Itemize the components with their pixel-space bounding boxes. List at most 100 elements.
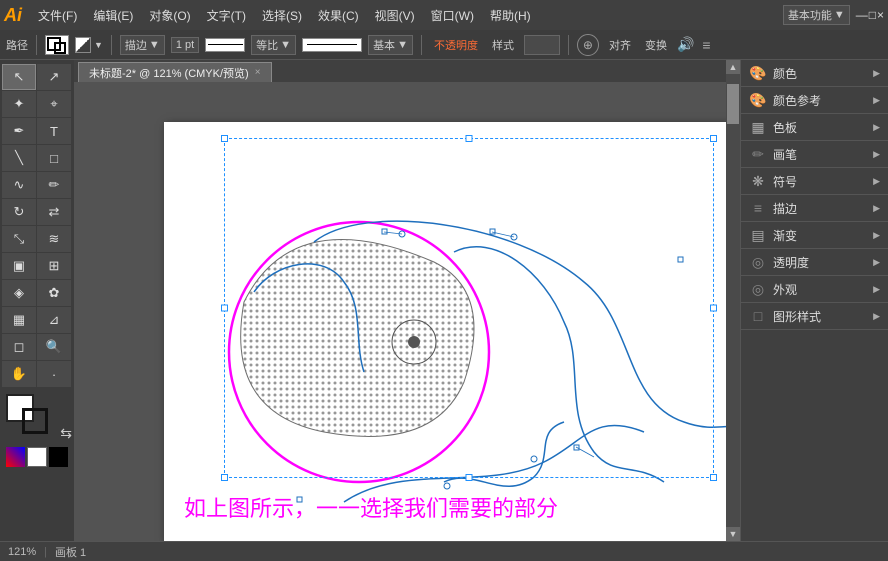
panel-header-色板[interactable]: ▦ 色板 ▶ (741, 114, 888, 140)
line-base-dropdown[interactable]: 基本 ▼ (368, 35, 413, 55)
artboard-container[interactable]: 如上图所示，一一选择我们需要的部分 (74, 82, 726, 541)
menu-item-选择[interactable]: 选择(S) (254, 4, 310, 27)
pen-tool[interactable]: ✒ (2, 118, 36, 144)
canvas-caption: 如上图所示，一一选择我们需要的部分 (184, 491, 558, 523)
panel-group-透明度: ◎ 透明度 ▶ (741, 249, 888, 276)
stroke-width-input[interactable]: 1 pt (171, 37, 199, 53)
extra-tool[interactable]: · (37, 361, 71, 387)
hand-tool[interactable]: ✋ (2, 361, 36, 387)
toolbar: 路径 ▼ 描边 ▼ 1 pt 等比 ▼ (0, 30, 888, 60)
canvas-svg (164, 122, 726, 541)
slice-tool[interactable]: ⊿ (37, 307, 71, 333)
line-style-dropdown[interactable]: 等比 ▼ (251, 35, 296, 55)
eraser-tool[interactable]: ◻ (2, 334, 36, 360)
panel-group-画笔: ✏ 画笔 ▶ (741, 141, 888, 168)
menu-item-帮助[interactable]: 帮助(H) (482, 4, 539, 27)
pencil-tool[interactable]: ✏ (37, 172, 71, 198)
tool-row-8: ▣ ⊞ (2, 253, 72, 279)
style-swatch[interactable] (524, 35, 560, 55)
app: Ai 文件(F)编辑(E)对象(O)文字(T)选择(S)效果(C)视图(V)窗口… (0, 0, 888, 561)
panel-header-图形样式[interactable]: □ 图形样式 ▶ (741, 303, 888, 329)
panel-group-颜色: 🎨 颜色 ▶ (741, 60, 888, 87)
type-tool[interactable]: T (37, 118, 71, 144)
blend-tool[interactable]: ◈ (2, 280, 36, 306)
gradient-tool[interactable]: ▣ (2, 253, 36, 279)
settings-icon[interactable]: ≡ (702, 37, 710, 53)
direct-select-tool[interactable]: ↗ (37, 64, 71, 90)
panel-icon-外观: ◎ (749, 280, 767, 298)
document-tab[interactable]: 未标题-2* @ 121% (CMYK/预览) × (78, 62, 272, 82)
close-button[interactable]: × (877, 8, 884, 22)
paintbrush-tool[interactable]: ∿ (2, 172, 36, 198)
scroll-thumb[interactable] (727, 84, 739, 124)
panel-header-颜色[interactable]: 🎨 颜色 ▶ (741, 60, 888, 86)
stroke-color-box[interactable] (22, 408, 48, 434)
menu-item-对象[interactable]: 对象(O) (141, 4, 198, 27)
panel-header-渐变[interactable]: ▤ 渐变 ▶ (741, 222, 888, 248)
doc-tab-close[interactable]: × (255, 67, 261, 78)
align-label[interactable]: 对齐 (605, 35, 635, 55)
color-mode-btn[interactable] (6, 447, 25, 467)
panel-arrow-色板: ▶ (873, 122, 880, 133)
transform-label[interactable]: 变换 (641, 35, 671, 55)
lasso-tool[interactable]: ⌖ (37, 91, 71, 117)
panel-arrow-渐变: ▶ (873, 230, 880, 241)
ai-logo: Ai (4, 5, 22, 26)
line-tool[interactable]: ╲ (2, 145, 36, 171)
scroll-track[interactable] (726, 74, 740, 527)
speaker-icon[interactable]: 🔊 (677, 36, 694, 53)
panel-icon-渐变: ▤ (749, 226, 767, 244)
panel-header-外观[interactable]: ◎ 外观 ▶ (741, 276, 888, 302)
window-controls: — □ × (856, 8, 884, 22)
menu-item-文字[interactable]: 文字(T) (199, 4, 254, 27)
stroke-preview (205, 38, 245, 52)
fill-stroke-selector[interactable]: ▼ (75, 37, 103, 53)
mesh-tool[interactable]: ⊞ (37, 253, 71, 279)
mode-selector[interactable]: 基本功能 ▼ (783, 5, 850, 25)
panel-header-画笔[interactable]: ✏ 画笔 ▶ (741, 141, 888, 167)
magic-wand-tool[interactable]: ✦ (2, 91, 36, 117)
stroke-color-swatch[interactable] (45, 35, 69, 55)
symbol-tool[interactable]: ✿ (37, 280, 71, 306)
menu-item-窗口[interactable]: 窗口(W) (423, 4, 482, 27)
scroll-up-arrow[interactable]: ▲ (726, 60, 740, 74)
black-mode-btn[interactable] (49, 447, 68, 467)
panel-icon-透明度: ◎ (749, 253, 767, 271)
tool-row-6: ↻ ⇄ (2, 199, 72, 225)
rect-tool[interactable]: □ (37, 145, 71, 171)
menu-item-编辑[interactable]: 编辑(E) (85, 4, 141, 27)
select-tool[interactable]: ↖ (2, 64, 36, 90)
zoom-tool[interactable]: 🔍 (37, 334, 71, 360)
minimize-button[interactable]: — (856, 8, 868, 22)
menu-item-文件[interactable]: 文件(F) (30, 4, 85, 27)
menu-items-container: 文件(F)编辑(E)对象(O)文字(T)选择(S)效果(C)视图(V)窗口(W)… (30, 4, 539, 27)
maximize-button[interactable]: □ (869, 8, 876, 22)
panel-icon-符号: ❋ (749, 172, 767, 190)
panel-header-描边[interactable]: ≡ 描边 ▶ (741, 195, 888, 221)
panel-header-颜色参考[interactable]: 🎨 颜色参考 ▶ (741, 87, 888, 113)
mode-dropdown-arrow: ▼ (834, 9, 845, 21)
stroke-line (208, 44, 243, 45)
panel-group-符号: ❋ 符号 ▶ (741, 168, 888, 195)
panel-arrow-外观: ▶ (873, 284, 880, 295)
panel-header-符号[interactable]: ❋ 符号 ▶ (741, 168, 888, 194)
panel-label-颜色: 颜色 (773, 65, 797, 82)
globe-icon[interactable]: ⊕ (577, 34, 599, 56)
doc-tab-title: 未标题-2* @ 121% (CMYK/预览) (89, 65, 249, 81)
menu-item-视图[interactable]: 视图(V) (367, 4, 423, 27)
chart-tool[interactable]: ▦ (2, 307, 36, 333)
warp-tool[interactable]: ≋ (37, 226, 71, 252)
reflect-tool[interactable]: ⇄ (37, 199, 71, 225)
scroll-down-arrow[interactable]: ▼ (726, 527, 740, 541)
menu-item-效果[interactable]: 效果(C) (310, 4, 367, 27)
scale-tool[interactable]: ⤡ (2, 226, 36, 252)
stroke-type-dropdown[interactable]: 描边 ▼ (120, 35, 165, 55)
tool-row-9: ◈ ✿ (2, 280, 72, 306)
panel-header-透明度[interactable]: ◎ 透明度 ▶ (741, 249, 888, 275)
panel-label-描边: 描边 (773, 200, 797, 217)
white-mode-btn[interactable] (27, 447, 46, 467)
vertical-scrollbar[interactable]: ▲ ▼ (726, 60, 740, 541)
rotate-tool[interactable]: ↻ (2, 199, 36, 225)
tool-row-5: ∿ ✏ (2, 172, 72, 198)
swap-colors-icon[interactable]: ⇆ (60, 425, 72, 442)
